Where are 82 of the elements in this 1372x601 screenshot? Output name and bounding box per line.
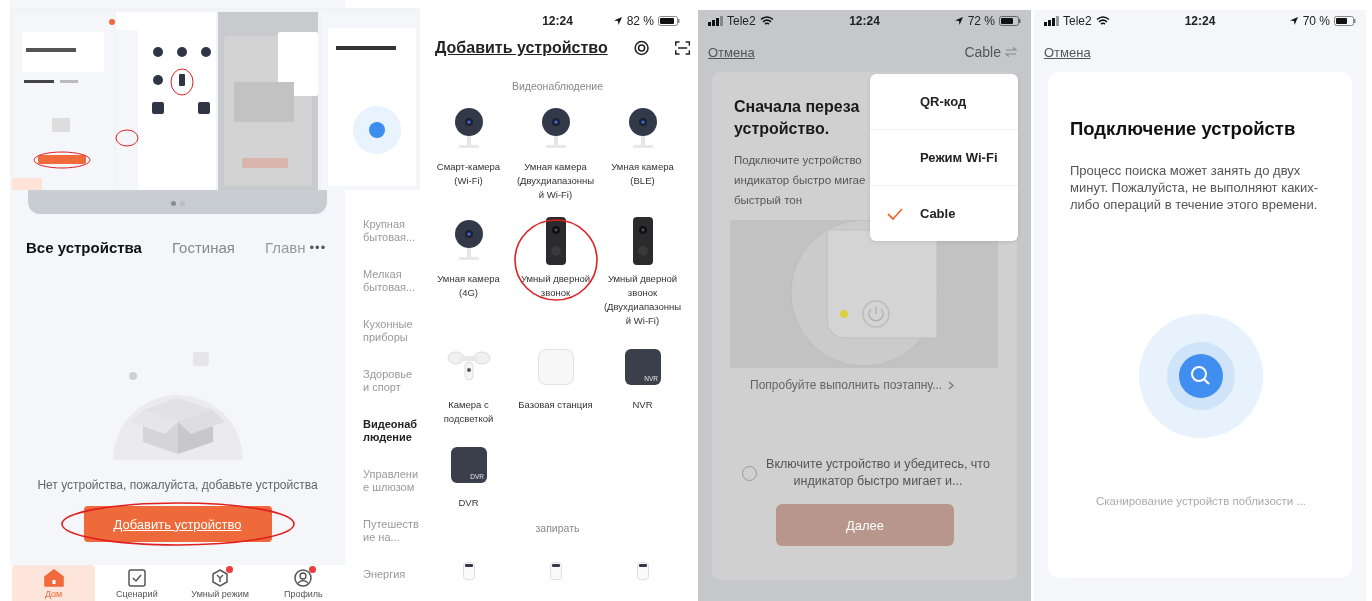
location-icon: [612, 16, 623, 26]
home-icon: [43, 569, 64, 587]
tab-bar-item[interactable]: Профиль: [261, 565, 345, 601]
category-item[interactable]: Видеонаблюдение: [363, 418, 421, 444]
battery-percent: 72 %: [967, 14, 995, 28]
mode-menu-item[interactable]: Cable: [870, 186, 1018, 241]
mode-menu-item[interactable]: Режим Wi-Fi: [870, 130, 1018, 186]
camera-icon: [540, 107, 571, 151]
location-icon: [1288, 16, 1299, 26]
battery-percent: 70 %: [1302, 14, 1330, 28]
instruction-text-line: быстрый тон: [734, 193, 803, 208]
guide-link[interactable]: Попробуйте выполнить поэтапну...: [750, 378, 955, 392]
device-tile[interactable]: Камера с подсветкой: [425, 342, 512, 426]
device-tile[interactable]: Умный дверной звонок: [512, 216, 599, 328]
carrier-name: Tele2: [727, 14, 756, 28]
section-title: запирать: [534, 522, 581, 534]
tab-bar-item[interactable]: Сценарий: [95, 565, 179, 601]
section-title: Видеонаблюдение: [510, 80, 605, 92]
instruction-text-line: индикатор быстро мигае: [734, 173, 866, 188]
smart-lock-icon: [636, 562, 649, 580]
profile-icon: [294, 569, 313, 587]
smart-lock-icon: [462, 562, 475, 580]
location-icon: [953, 16, 964, 26]
hexagon-icon: [211, 569, 230, 587]
camera-icon: [453, 219, 484, 263]
status-time: 12:24: [849, 14, 880, 28]
battery-percent: 82 %: [626, 14, 654, 28]
camera-icon: [627, 107, 658, 151]
signal-icon: [1044, 16, 1059, 26]
device-name: Умный дверной звонок: [519, 272, 591, 300]
instruction-title-line: устройство.: [734, 119, 830, 139]
mode-switch-button[interactable]: Cable: [964, 44, 1017, 60]
mode-menu-item[interactable]: QR-код: [870, 74, 1018, 130]
device-tile[interactable]: Умный дверной звонок (Двухдиапазонный Wi-Fi): [599, 216, 686, 328]
hub-icon: [537, 349, 574, 385]
device-name: Умная камера (BLE): [610, 160, 675, 188]
device-tile[interactable]: Умная камера (BLE): [599, 104, 686, 202]
swap-icon: [1005, 47, 1017, 57]
doorbell-icon: [632, 217, 653, 265]
scan-icon[interactable]: [674, 39, 690, 57]
device-name: NVR: [631, 398, 654, 412]
device-name: Камера с подсветкой: [442, 398, 495, 426]
device-name: Базовая станция: [517, 398, 594, 412]
scanning-status: Сканирование устройств поблизости ...: [1094, 495, 1308, 507]
screen-title: Добавить устройство: [435, 39, 608, 57]
notification-dot: [226, 566, 234, 573]
status-time: 12:24: [1184, 14, 1216, 28]
notification-dot: [309, 566, 317, 573]
chevron-right-icon: [948, 380, 955, 390]
device-name: Умная камера (Двухдиапазонный Wi-Fi): [515, 160, 596, 202]
battery-icon: [999, 16, 1021, 26]
device-name: Смарт-камера (Wi-Fi): [435, 160, 502, 188]
scanning-description: Процесс поиска может занять до двух минут. Пожалуйста, не выполняют каких-либо операций в течение этого времени.: [1070, 162, 1320, 213]
instruction-title-line: Сначала переза: [734, 97, 860, 117]
instruction-text-line: Подключите устройство: [734, 153, 862, 168]
carrier-name: Tele2: [1063, 14, 1092, 28]
battery-icon: [658, 16, 680, 26]
wifi-icon: [759, 16, 774, 26]
battery-icon: [1334, 16, 1356, 26]
confirm-text: Включите устройство и убедитесь, что индикатор быстро мигает и...: [765, 456, 991, 490]
wifi-icon: [1095, 16, 1110, 26]
search-radar-icon: [1138, 313, 1264, 439]
smart-lock-icon: [549, 562, 562, 580]
device-tile[interactable]: Умная камера (4G): [425, 216, 512, 328]
device-name: DVR: [457, 496, 480, 510]
device-name: Умная камера (4G): [436, 272, 501, 300]
cancel-link[interactable]: Отмена: [708, 44, 755, 60]
empty-message: Нет устройства, пожалуйста, добавьте устройства: [36, 478, 319, 492]
tab-bar-item[interactable]: Умный режим: [178, 565, 262, 601]
more-button[interactable]: •••: [309, 239, 327, 255]
signal-icon: [708, 16, 723, 26]
scanning-title: Подключение устройств: [1070, 118, 1297, 140]
device-tile[interactable]: Умная камера (Двухдиапазонный Wi-Fi): [512, 104, 599, 202]
device-tile[interactable]: Базовая станция: [512, 342, 599, 426]
cancel-link[interactable]: Отмена: [1044, 44, 1091, 60]
device-tile[interactable]: Смарт-камера (Wi-Fi): [425, 104, 512, 202]
room-tab[interactable]: Все устройства: [26, 238, 142, 256]
checkbox-icon: [127, 569, 146, 587]
status-time: 12:24: [542, 14, 573, 28]
camera-icon: [453, 107, 484, 151]
device-name: Умный дверной звонок (Двухдиапазонный Wi-Fi): [602, 272, 683, 328]
doorbell-icon: [545, 217, 566, 265]
